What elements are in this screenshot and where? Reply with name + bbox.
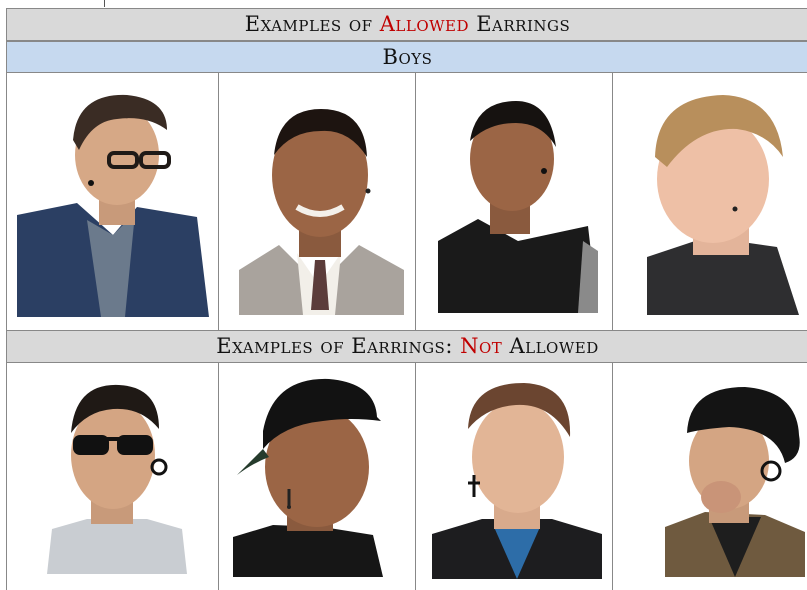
- top-edge-tick: [104, 0, 105, 7]
- man-backwards-cap-dangling-earring-icon: [233, 378, 383, 577]
- man-suit-stud-earring-icon: [239, 109, 404, 315]
- allowed-title-post: Earrings: [469, 12, 571, 36]
- allowed-title-pre: Examples of: [244, 12, 380, 36]
- allowed-earrings-title: Examples of Allowed Earrings: [7, 8, 807, 41]
- allowed-photo-cell-3: [416, 73, 613, 330]
- not-allowed-title-post: Allowed: [502, 334, 599, 358]
- man-blond-profile-stud-earring-icon: [647, 95, 799, 315]
- man-black-shirt-stud-earring-icon: [438, 101, 598, 313]
- allowed-photo-row: [7, 73, 807, 330]
- boys-section-header: Boys: [7, 41, 807, 73]
- man-cross-dangling-earring-icon: [432, 383, 602, 579]
- not-allowed-photo-cell-2: [219, 363, 416, 590]
- not-allowed-title-highlight: Not: [460, 334, 503, 358]
- allowed-title-highlight: Allowed: [379, 12, 470, 36]
- earring-examples-table: Examples of Allowed Earrings Boys Exampl…: [6, 8, 807, 590]
- man-beanie-large-gauge-earring-icon: [665, 387, 805, 577]
- not-allowed-title-pre: Examples of Earrings:: [216, 334, 461, 358]
- not-allowed-photo-row: [7, 363, 807, 590]
- allowed-photo-cell-4: [613, 73, 807, 330]
- not-allowed-photo-cell-3: [416, 363, 613, 590]
- not-allowed-earrings-title: Examples of Earrings: Not Allowed: [7, 330, 807, 363]
- top-edge: [0, 0, 807, 8]
- not-allowed-photo-cell-1: [7, 363, 219, 590]
- allowed-photo-cell-2: [219, 73, 416, 330]
- not-allowed-photo-cell-4: [613, 363, 807, 590]
- man-glasses-stud-earring-icon: [17, 94, 209, 317]
- man-sunglasses-gauge-earring-icon: [47, 384, 187, 574]
- allowed-photo-cell-1: [7, 73, 219, 330]
